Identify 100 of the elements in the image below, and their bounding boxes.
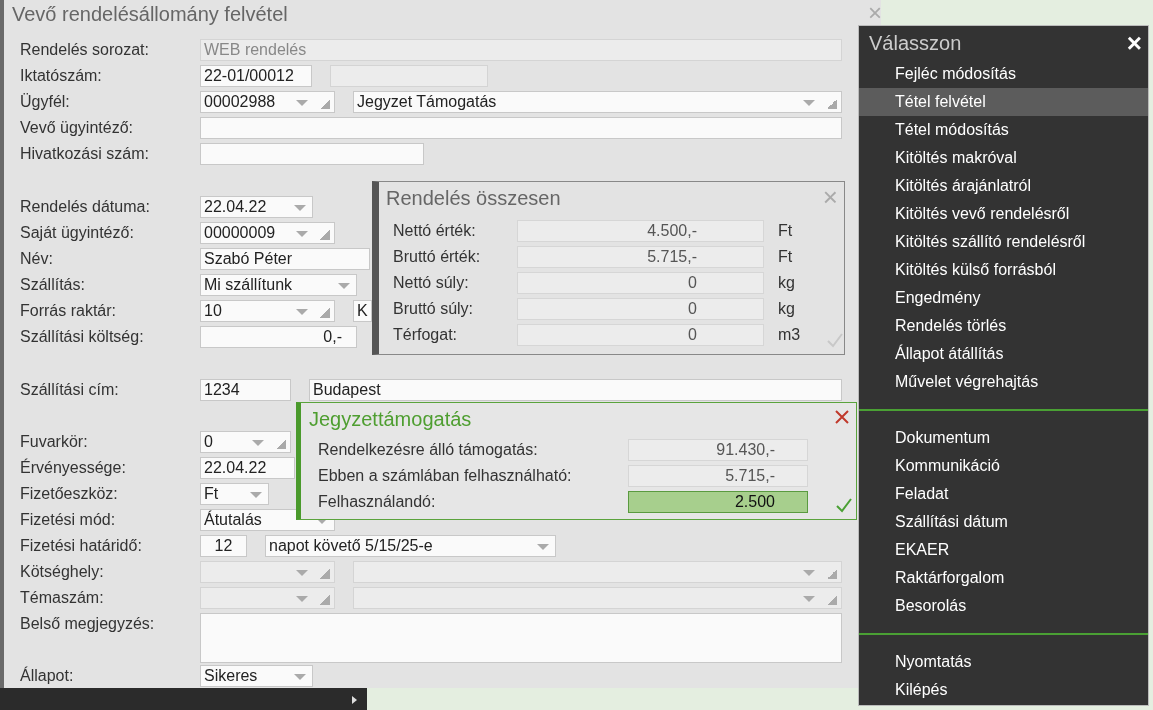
dropdown-arrow-icon [294, 674, 306, 680]
dropdown-arrow-icon [296, 596, 308, 602]
menu-item[interactable]: Kitöltés makróval [859, 144, 1148, 172]
field-label: Bruttó érték: [393, 248, 482, 266]
field-label: Rendelkezésre álló támogatás: [318, 441, 539, 459]
window-title: Vevő rendelésállomány felvétel [12, 3, 288, 26]
dropdown-field[interactable]: Mi szállítunk [200, 274, 357, 296]
dropdown-field[interactable]: Ft [200, 483, 269, 505]
menu-item[interactable]: Dokumentum [859, 424, 1148, 452]
input-field[interactable]: 0,- [200, 326, 357, 348]
unit-label: Ft [778, 248, 793, 266]
unit-label: Ft [778, 222, 793, 240]
panel-title: Rendelés összesen [386, 187, 561, 210]
menu-item[interactable]: Raktárforgalom [859, 564, 1148, 592]
input-field[interactable] [200, 143, 424, 165]
field-label: Ebben a számlában felhasználható: [318, 467, 573, 485]
panel-title: Jegyzettámogatás [309, 408, 472, 431]
value-field: 0 [517, 272, 764, 294]
dropdown-field[interactable]: 22.04.22 [200, 196, 313, 218]
field-label: Nettó érték: [393, 222, 477, 240]
value-field: 0 [517, 324, 764, 346]
menu-item[interactable]: Állapot átállítás [859, 340, 1148, 368]
checkmark-icon[interactable] [826, 332, 844, 348]
value-field: 0 [517, 298, 764, 320]
unit-label: kg [778, 274, 795, 292]
value-field: 4.500,- [517, 220, 764, 242]
field-label: Saját ügyintéző: [20, 223, 135, 243]
menu-item[interactable]: Besorolás [859, 592, 1148, 620]
input-field[interactable]: 1234 [200, 379, 291, 401]
menu-title: Válasszon [869, 32, 962, 54]
field-label: Név: [20, 249, 54, 269]
close-icon[interactable] [834, 409, 850, 425]
close-icon[interactable]: × [1126, 26, 1142, 60]
input-field[interactable]: 2.500 [628, 491, 808, 513]
menu-item[interactable]: Engedmény [859, 284, 1148, 312]
menu-item[interactable]: EKAER [859, 536, 1148, 564]
field-label: Rendelés dátuma: [20, 197, 151, 217]
field-label: Hivatkozási szám: [20, 144, 150, 164]
field-label: Témaszám: [20, 588, 105, 608]
dropdown-arrow-icon [803, 570, 815, 576]
menu-item[interactable]: Szállítási dátum [859, 508, 1148, 536]
dropdown-field[interactable]: Sikeres [200, 665, 313, 687]
menu-item[interactable]: Kitöltés szállító rendelésről [859, 228, 1148, 256]
field-label: Fizetési határidő: [20, 536, 143, 556]
field-label: Kötséghely: [20, 562, 105, 582]
dropdown-arrow-icon [803, 100, 815, 106]
input-field[interactable]: Szabó Péter [200, 248, 370, 270]
dropdown-field[interactable]: napot követő 5/15/25-e [265, 535, 556, 557]
dropdown-field[interactable]: Jegyzet Támogatás [353, 91, 842, 113]
field-label: Forrás raktár: [20, 301, 117, 321]
input-field[interactable]: 12 [200, 535, 247, 557]
dropdown-arrow-icon [294, 205, 306, 211]
menu-item[interactable]: Rendelés törlés [859, 312, 1148, 340]
menu-item[interactable]: Feladat [859, 480, 1148, 508]
menu-item[interactable]: Kommunikáció [859, 452, 1148, 480]
dropdown-arrow-icon [296, 309, 308, 315]
field-label: Belső megjegyzés: [20, 614, 156, 634]
field-label: Iktatószám: [20, 66, 103, 86]
unit-label: m3 [778, 326, 801, 344]
field-label: Állapot: [20, 665, 75, 686]
field-label: Fizetési mód: [20, 510, 117, 530]
field-label: Nettó súly: [393, 274, 470, 292]
field-label: Térfogat: [393, 326, 459, 344]
value-field: 91.430,- [628, 439, 808, 461]
dropdown-arrow-icon [803, 596, 815, 602]
arrow-icon[interactable] [352, 696, 357, 704]
field-label: Vevő ügyintéző: [20, 118, 134, 138]
input-field[interactable]: Budapest [309, 379, 842, 401]
menu-item[interactable]: Nyomtatás [859, 648, 1148, 676]
menu-item[interactable]: Kilépés [859, 676, 1148, 704]
dropdown-field[interactable]: 0 [200, 431, 291, 453]
dropdown-arrow-icon [338, 283, 350, 289]
value-field: 5.715,- [628, 465, 808, 487]
input-field[interactable]: 22-01/00012 [200, 65, 312, 87]
dropdown-arrow-icon [296, 100, 308, 106]
dropdown-field[interactable]: 10 [200, 300, 335, 322]
dropdown-arrow-icon [252, 440, 264, 446]
input-field[interactable] [200, 117, 842, 139]
field-label: Fizetőeszköz: [20, 484, 119, 504]
dropdown-arrow-icon [296, 570, 308, 576]
input-field[interactable]: K [353, 300, 372, 322]
menu-item[interactable]: Művelet végrehajtás [859, 368, 1148, 396]
field-label: Szállítás: [20, 275, 86, 295]
dropdown-arrow-icon [250, 492, 262, 498]
checkmark-icon[interactable] [835, 497, 853, 513]
field-label: Ügyfél: [20, 92, 71, 112]
dropdown-arrow-icon [296, 231, 308, 237]
field-label: Bruttó súly: [393, 300, 475, 318]
dropdown-field[interactable]: 00002988 [200, 91, 335, 113]
menu-item[interactable]: Kitöltés vevő rendelésről [859, 200, 1148, 228]
menu-item[interactable]: Kitöltés külső forrásból [859, 256, 1148, 284]
menu-item[interactable]: Kitöltés árajánlatról [859, 172, 1148, 200]
dropdown-field[interactable]: 00000009 [200, 222, 335, 244]
menu-item[interactable]: Tétel felvétel [859, 88, 1148, 116]
textarea-field[interactable] [200, 613, 842, 663]
field-label: Szállítási költség: [20, 327, 145, 347]
menu-item[interactable]: Fejléc módosítás [859, 60, 1148, 88]
menu-item[interactable]: Tétel módosítás [859, 116, 1148, 144]
dropdown-arrow-icon [537, 544, 549, 550]
input-field[interactable]: 22.04.22 [200, 457, 295, 479]
